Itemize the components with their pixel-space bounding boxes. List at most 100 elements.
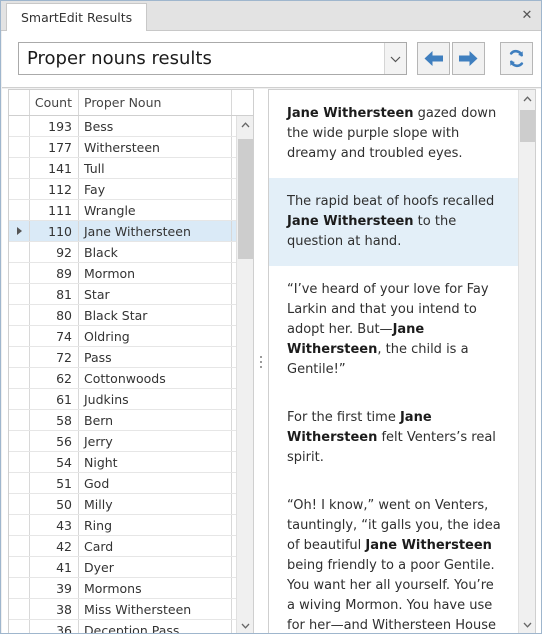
table-row[interactable]: 51 God xyxy=(9,473,253,494)
row-selector-cell[interactable] xyxy=(9,263,30,283)
row-selector-cell[interactable] xyxy=(9,389,30,409)
row-selector-cell[interactable] xyxy=(9,578,30,598)
table-row[interactable]: 61 Judkins xyxy=(9,389,253,410)
row-selector-cell[interactable] xyxy=(9,473,30,493)
table-row[interactable]: 89 Mormon xyxy=(9,263,253,284)
match-term: Jane Withersteen xyxy=(287,106,414,121)
table-row[interactable]: 92 Black xyxy=(9,242,253,263)
table-row[interactable]: 72 Pass xyxy=(9,347,253,368)
proper-nouns-table: Count Proper Noun 193 Bess 177 Withersteen 1… xyxy=(8,89,254,633)
row-selector-cell[interactable] xyxy=(9,326,30,346)
table-row[interactable]: 111 Wrangle xyxy=(9,200,253,221)
cell-count: 81 xyxy=(30,284,79,304)
column-header-proper-noun[interactable]: Proper Noun xyxy=(79,90,232,115)
row-selector-cell[interactable] xyxy=(9,515,30,535)
cell-count: 54 xyxy=(30,452,79,472)
scroll-up-icon[interactable] xyxy=(237,116,253,133)
paragraph-list[interactable]: Jane Withersteen gazed down the wide pur… xyxy=(269,90,519,633)
row-selector-cell[interactable] xyxy=(9,200,30,220)
table-row[interactable]: 80 Black Star xyxy=(9,305,253,326)
cell-proper-noun: Jane Withersteen xyxy=(79,221,232,241)
table-body[interactable]: 193 Bess 177 Withersteen 141 Tull 112 Fay 111 Wra… xyxy=(9,116,253,633)
row-selector-cell[interactable] xyxy=(9,158,30,178)
table-scrollbar[interactable] xyxy=(236,116,253,633)
table-row[interactable]: 141 Tull xyxy=(9,158,253,179)
row-selector-cell[interactable] xyxy=(9,137,30,157)
cell-count: 110 xyxy=(30,221,79,241)
row-selector-cell[interactable] xyxy=(9,305,30,325)
close-icon[interactable]: ✕ xyxy=(518,6,536,24)
previous-button[interactable] xyxy=(417,42,450,75)
current-row-marker-icon xyxy=(16,227,22,235)
cell-proper-noun: Bess xyxy=(79,116,232,136)
row-selector-cell[interactable] xyxy=(9,536,30,556)
table-row[interactable]: 39 Mormons xyxy=(9,578,253,599)
row-selector-cell[interactable] xyxy=(9,494,30,514)
pane-splitter[interactable] xyxy=(255,89,266,633)
pane-scroll-down-icon[interactable] xyxy=(519,616,535,633)
table-row[interactable]: 58 Bern xyxy=(9,410,253,431)
results-type-select[interactable]: Proper nouns results xyxy=(18,42,407,75)
cell-proper-noun: Miss Withersteen xyxy=(79,599,232,619)
table-row[interactable]: 110 Jane Withersteen xyxy=(9,221,253,242)
cell-proper-noun: Black xyxy=(79,242,232,262)
table-row[interactable]: 81 Star xyxy=(9,284,253,305)
table-row[interactable]: 56 Jerry xyxy=(9,431,253,452)
cell-count: 111 xyxy=(30,200,79,220)
table-row[interactable]: 38 Miss Withersteen xyxy=(9,599,253,620)
cell-proper-noun: Cottonwoods xyxy=(79,368,232,388)
cell-proper-noun: Black Star xyxy=(79,305,232,325)
paragraph-text: being friendly to a poor Gentile. You wa… xyxy=(287,558,497,633)
table-row[interactable]: 43 Ring xyxy=(9,515,253,536)
column-header-selector[interactable] xyxy=(9,90,30,115)
next-button[interactable] xyxy=(452,42,485,75)
table-row[interactable]: 41 Dyer xyxy=(9,557,253,578)
tab-smartedit-results[interactable]: SmartEdit Results xyxy=(6,3,148,31)
table-row[interactable]: 36 Deception Pass xyxy=(9,620,253,633)
pane-scroll-up-icon[interactable] xyxy=(519,90,535,107)
row-selector-cell[interactable] xyxy=(9,221,30,241)
cell-proper-noun: Fay xyxy=(79,179,232,199)
table-row[interactable]: 74 Oldring xyxy=(9,326,253,347)
paragraph[interactable]: For the first time Jane Withersteen felt… xyxy=(269,394,519,482)
table-row[interactable]: 193 Bess xyxy=(9,116,253,137)
table-row[interactable]: 112 Fay xyxy=(9,179,253,200)
column-header-count[interactable]: Count xyxy=(30,90,79,115)
row-selector-cell[interactable] xyxy=(9,557,30,577)
row-selector-cell[interactable] xyxy=(9,179,30,199)
cell-proper-noun: Night xyxy=(79,452,232,472)
row-selector-cell[interactable] xyxy=(9,116,30,136)
table-row[interactable]: 62 Cottonwoods xyxy=(9,368,253,389)
table-scrollbar-thumb[interactable] xyxy=(238,139,253,259)
pane-scrollbar-thumb[interactable] xyxy=(520,110,535,142)
table-row[interactable]: 42 Card xyxy=(9,536,253,557)
cell-count: 193 xyxy=(30,116,79,136)
row-selector-cell[interactable] xyxy=(9,431,30,451)
row-selector-cell[interactable] xyxy=(9,599,30,619)
row-selector-cell[interactable] xyxy=(9,242,30,262)
cell-proper-noun: Mormons xyxy=(79,578,232,598)
cell-proper-noun: Pass xyxy=(79,347,232,367)
table-row[interactable]: 54 Night xyxy=(9,452,253,473)
cell-proper-noun: Judkins xyxy=(79,389,232,409)
paragraph[interactable]: Jane Withersteen gazed down the wide pur… xyxy=(269,90,519,178)
content-area: Count Proper Noun 193 Bess 177 Withersteen 1… xyxy=(2,89,541,633)
paragraph[interactable]: “Oh! I know,” went on Venters, tauntingl… xyxy=(269,482,519,633)
scroll-down-icon[interactable] xyxy=(237,617,253,633)
cell-proper-noun: Mormon xyxy=(79,263,232,283)
table-row[interactable]: 50 Milly xyxy=(9,494,253,515)
row-selector-cell[interactable] xyxy=(9,452,30,472)
cell-count: 56 xyxy=(30,431,79,451)
refresh-button[interactable] xyxy=(500,42,533,75)
row-selector-cell[interactable] xyxy=(9,368,30,388)
table-row[interactable]: 177 Withersteen xyxy=(9,137,253,158)
row-selector-cell[interactable] xyxy=(9,347,30,367)
arrow-right-icon xyxy=(458,50,479,67)
pane-scrollbar[interactable] xyxy=(518,90,535,633)
paragraph-highlighted[interactable]: The rapid beat of hoofs recalled Jane Wi… xyxy=(269,178,519,266)
chevron-down-icon[interactable] xyxy=(384,43,406,74)
row-selector-cell[interactable] xyxy=(9,410,30,430)
row-selector-cell[interactable] xyxy=(9,284,30,304)
paragraph[interactable]: “I’ve heard of your love for Fay Larkin … xyxy=(269,266,519,394)
row-selector-cell[interactable] xyxy=(9,620,30,633)
